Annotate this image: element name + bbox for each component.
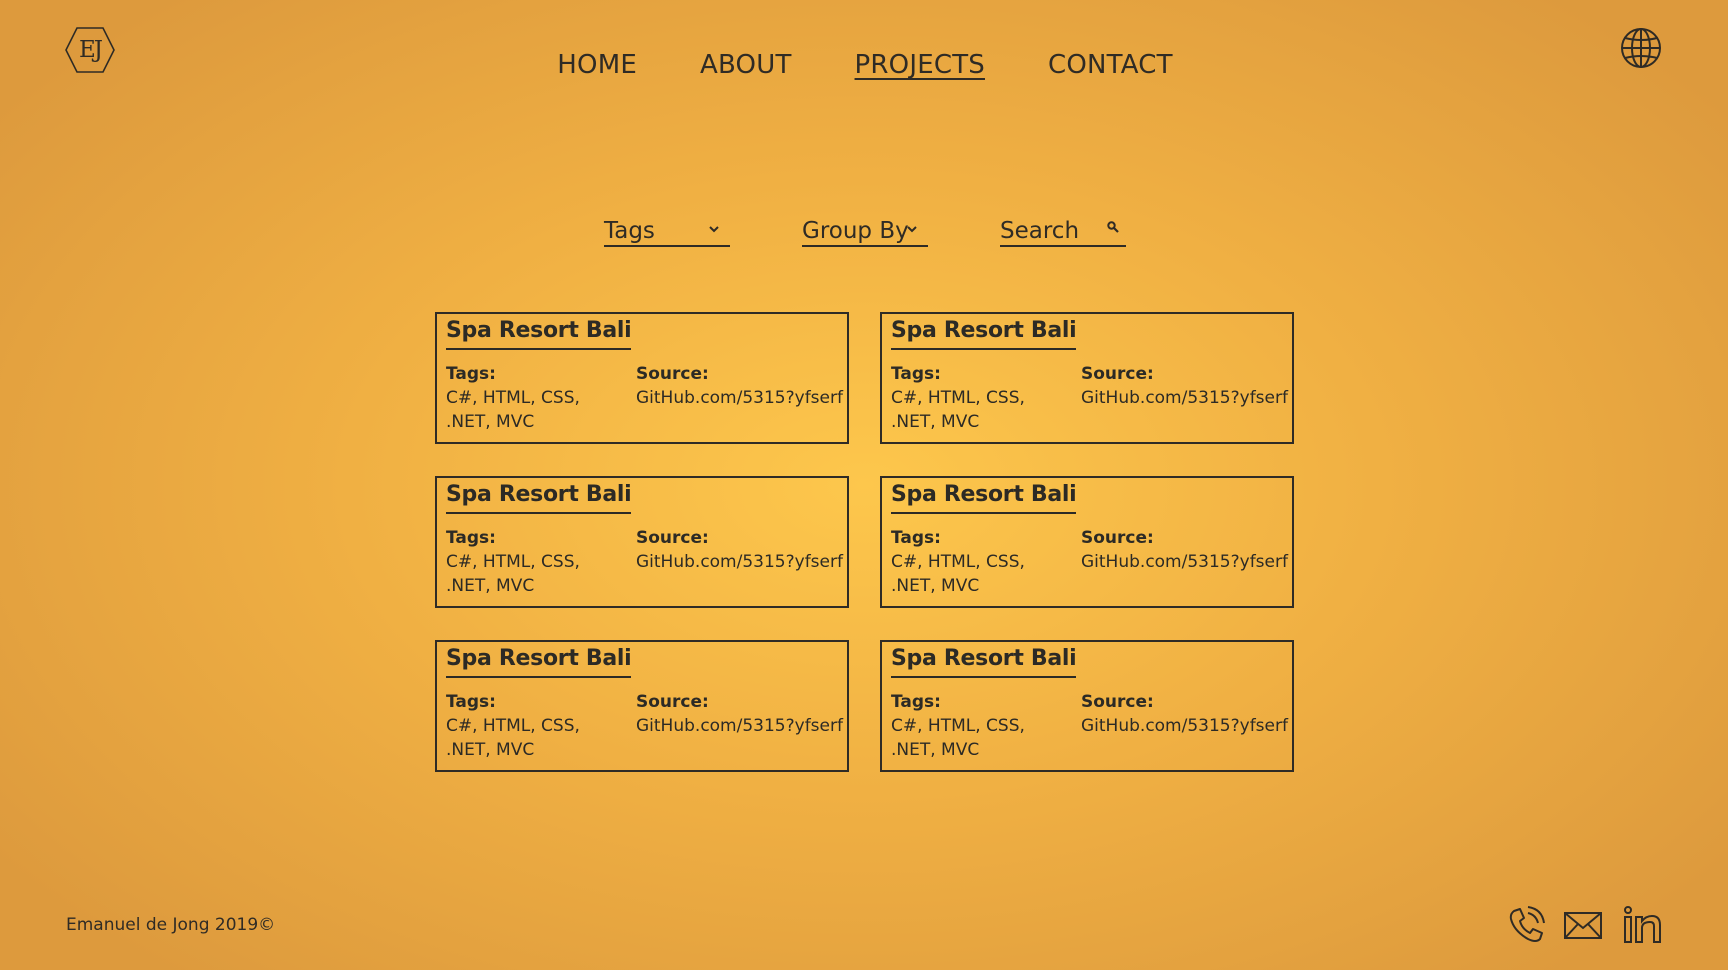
- filter-bar: Tags Group By Search: [0, 216, 1728, 248]
- project-card[interactable]: Spa Resort Bali Tags: C#, HTML, CSS, .NE…: [435, 312, 849, 444]
- phone-icon[interactable]: [1506, 905, 1546, 945]
- source-link[interactable]: GitHub.com/5315?yfserf: [636, 714, 846, 738]
- project-title: Spa Resort Bali: [891, 482, 1077, 514]
- project-tags: Tags: C#, HTML, CSS, .NET, MVC: [891, 526, 1041, 598]
- project-title: Spa Resort Bali: [891, 318, 1077, 350]
- source-link[interactable]: GitHub.com/5315?yfserf: [636, 386, 846, 410]
- project-card[interactable]: Spa Resort Bali Tags: C#, HTML, CSS, .NE…: [880, 312, 1294, 444]
- tags-dropdown-label: Tags: [604, 217, 655, 244]
- chevron-down-icon: [709, 226, 719, 233]
- tags-value: C#, HTML, CSS, .NET, MVC: [891, 388, 1025, 432]
- project-title: Spa Resort Bali: [446, 646, 632, 678]
- source-label: Source:: [1081, 364, 1154, 384]
- tags-label: Tags:: [446, 364, 496, 384]
- source-label: Source:: [636, 692, 709, 712]
- project-tags: Tags: C#, HTML, CSS, .NET, MVC: [446, 526, 596, 598]
- source-link[interactable]: GitHub.com/5315?yfserf: [1081, 714, 1291, 738]
- tags-label: Tags:: [891, 528, 941, 548]
- tags-label: Tags:: [446, 692, 496, 712]
- source-link[interactable]: GitHub.com/5315?yfserf: [636, 550, 846, 574]
- group-by-dropdown-label: Group By: [802, 217, 909, 244]
- group-by-dropdown[interactable]: Group By: [802, 216, 928, 247]
- project-source: Source: GitHub.com/5315?yfserf: [636, 362, 846, 410]
- project-card[interactable]: Spa Resort Bali Tags: C#, HTML, CSS, .NE…: [880, 640, 1294, 772]
- source-label: Source:: [636, 528, 709, 548]
- project-tags: Tags: C#, HTML, CSS, .NET, MVC: [891, 690, 1041, 762]
- tags-value: C#, HTML, CSS, .NET, MVC: [891, 716, 1025, 760]
- source-label: Source:: [1081, 692, 1154, 712]
- mail-icon[interactable]: [1563, 905, 1603, 945]
- source-link[interactable]: GitHub.com/5315?yfserf: [1081, 386, 1291, 410]
- project-card[interactable]: Spa Resort Bali Tags: C#, HTML, CSS, .NE…: [435, 640, 849, 772]
- tags-dropdown[interactable]: Tags: [604, 216, 730, 247]
- footer-copyright: Emanuel de Jong 2019©: [66, 915, 276, 935]
- chevron-down-icon: [907, 226, 917, 233]
- project-title: Spa Resort Bali: [446, 482, 632, 514]
- linkedin-icon[interactable]: [1622, 905, 1662, 945]
- project-title: Spa Resort Bali: [446, 318, 632, 350]
- project-tags: Tags: C#, HTML, CSS, .NET, MVC: [891, 362, 1041, 434]
- project-source: Source: GitHub.com/5315?yfserf: [1081, 526, 1291, 574]
- project-source: Source: GitHub.com/5315?yfserf: [1081, 690, 1291, 738]
- tags-label: Tags:: [891, 692, 941, 712]
- tags-label: Tags:: [891, 364, 941, 384]
- source-link[interactable]: GitHub.com/5315?yfserf: [1081, 550, 1291, 574]
- globe-icon[interactable]: [1620, 27, 1662, 69]
- nav-contact[interactable]: CONTACT: [1048, 50, 1173, 80]
- project-card[interactable]: Spa Resort Bali Tags: C#, HTML, CSS, .NE…: [880, 476, 1294, 608]
- project-title: Spa Resort Bali: [891, 646, 1077, 678]
- search-icon: [1107, 221, 1119, 233]
- project-tags: Tags: C#, HTML, CSS, .NET, MVC: [446, 362, 596, 434]
- source-label: Source:: [1081, 528, 1154, 548]
- project-source: Source: GitHub.com/5315?yfserf: [1081, 362, 1291, 410]
- main-nav: HOME ABOUT PROJECTS CONTACT: [0, 50, 1728, 80]
- search-placeholder: Search: [1000, 217, 1080, 244]
- project-source: Source: GitHub.com/5315?yfserf: [636, 690, 846, 738]
- tags-value: C#, HTML, CSS, .NET, MVC: [891, 552, 1025, 596]
- source-label: Source:: [636, 364, 709, 384]
- tags-value: C#, HTML, CSS, .NET, MVC: [446, 552, 580, 596]
- tags-label: Tags:: [446, 528, 496, 548]
- project-tags: Tags: C#, HTML, CSS, .NET, MVC: [446, 690, 596, 762]
- project-card[interactable]: Spa Resort Bali Tags: C#, HTML, CSS, .NE…: [435, 476, 849, 608]
- nav-projects[interactable]: PROJECTS: [855, 50, 985, 80]
- tags-value: C#, HTML, CSS, .NET, MVC: [446, 716, 580, 760]
- nav-home[interactable]: HOME: [557, 50, 637, 80]
- search-input[interactable]: Search: [1000, 216, 1126, 247]
- project-source: Source: GitHub.com/5315?yfserf: [636, 526, 846, 574]
- nav-about[interactable]: ABOUT: [700, 50, 792, 80]
- tags-value: C#, HTML, CSS, .NET, MVC: [446, 388, 580, 432]
